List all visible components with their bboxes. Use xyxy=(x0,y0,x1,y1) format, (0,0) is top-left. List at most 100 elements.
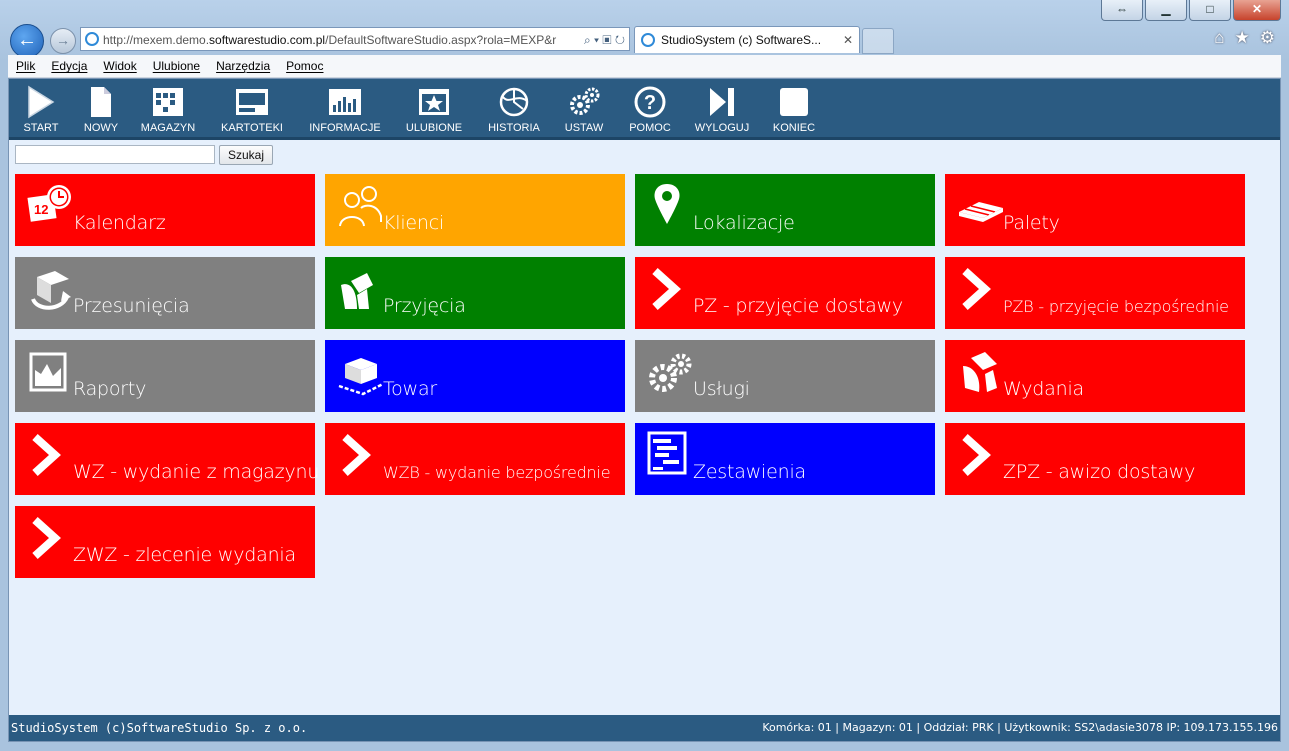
tile-pz[interactable]: PZ - przyjęcie dostawy xyxy=(635,257,935,329)
browser-tab[interactable]: StudioSystem (c) SoftwareS... ✕ xyxy=(634,26,860,53)
start-label: START xyxy=(23,122,59,134)
product-box-icon xyxy=(338,358,384,396)
new-tab-button[interactable] xyxy=(862,28,894,54)
menu-plik[interactable]: Plik xyxy=(8,55,43,77)
tile-label: Towar xyxy=(383,378,437,400)
svg-text:12: 12 xyxy=(34,202,48,217)
koniec-button[interactable]: KONIEC xyxy=(767,85,821,134)
tile-label: ZPZ - awizo dostawy xyxy=(1003,461,1196,483)
gears-icon xyxy=(570,87,600,115)
tile-label: Kalendarz xyxy=(73,212,166,234)
menu-narzedzia[interactable]: Narzędzia xyxy=(208,55,278,77)
tile-kalendarz[interactable]: 12 Kalendarz xyxy=(15,174,315,246)
search-button[interactable]: Szukaj xyxy=(219,145,274,165)
tile-label: Przesunięcia xyxy=(73,295,190,317)
historia-button[interactable]: HISTORIA xyxy=(481,85,547,134)
tile-raporty[interactable]: Raporty xyxy=(15,340,315,412)
menu-widok[interactable]: Widok xyxy=(95,55,144,77)
tab-title: StudioSystem (c) SoftwareS... xyxy=(661,33,822,47)
app-toolbar: START NOWY MAGAZYN KARTOTEKI INFORMACJE … xyxy=(9,79,1280,140)
tile-przesuniecia[interactable]: Przesunięcia xyxy=(15,257,315,329)
address-tools[interactable]: ⌕ ▾ ▣ ↻ xyxy=(584,28,625,50)
kartoteki-label: KARTOTEKI xyxy=(221,122,283,134)
window-controls: ⇔ ▁ □ ✕ xyxy=(1101,0,1281,21)
calendar-clock-icon: 12 xyxy=(27,185,71,222)
ustaw-label: USTAW xyxy=(564,122,604,134)
tile-zwz[interactable]: ZWZ - zlecenie wydania xyxy=(15,506,315,578)
tile-zpz[interactable]: ZPZ - awizo dostawy xyxy=(945,423,1245,495)
status-copyright: StudioSystem (c)SoftwareStudio Sp. z o.o… xyxy=(11,721,308,735)
tile-przyjecia[interactable]: Przyjęcia xyxy=(325,257,625,329)
start-button[interactable]: START xyxy=(15,85,67,134)
kartoteki-button[interactable]: KARTOTEKI xyxy=(215,85,289,134)
status-bar: StudioSystem (c)SoftwareStudio Sp. z o.o… xyxy=(9,715,1280,741)
forward-arrow-icon[interactable]: → xyxy=(50,28,76,54)
chevron-right-icon xyxy=(342,434,371,476)
magazyn-button[interactable]: MAGAZYN xyxy=(137,85,199,134)
browser-menubar: Plik Edycja Widok Ulubione Narzędzia Pom… xyxy=(8,55,1281,78)
bar-chart-icon xyxy=(329,89,361,115)
status-session-info: Komórka: 01 | Magazyn: 01 | Oddział: PRK… xyxy=(762,721,1278,734)
pallet-icon xyxy=(959,202,1003,222)
chevron-right-icon xyxy=(32,517,61,559)
back-arrow-icon[interactable]: ← xyxy=(10,24,44,58)
wyloguj-button[interactable]: WYLOGUJ xyxy=(689,85,755,134)
chevron-right-icon xyxy=(962,268,991,310)
tile-wz[interactable]: WZ - wydanie z magazynu xyxy=(15,423,319,495)
koniec-label: KONIEC xyxy=(772,122,816,134)
dispatch-box-icon xyxy=(963,352,997,392)
receive-box-icon xyxy=(341,273,373,309)
pomoc-label: POMOC xyxy=(629,122,671,134)
tile-label: PZB - przyjęcie bezpośrednie xyxy=(1003,297,1229,316)
wyloguj-label: WYLOGUJ xyxy=(694,122,750,134)
informacje-button[interactable]: INFORMACJE xyxy=(305,85,385,134)
tile-label: WZ - wydanie z magazynu xyxy=(73,461,320,483)
tile-label: Palety xyxy=(1003,212,1060,234)
tile-uslugi[interactable]: Usługi xyxy=(635,340,935,412)
stop-square-icon xyxy=(780,88,808,116)
tile-label: Usługi xyxy=(693,378,750,400)
informacje-label: INFORMACJE xyxy=(309,122,381,134)
nowy-label: NOWY xyxy=(83,122,119,134)
tile-palety[interactable]: Palety xyxy=(945,174,1245,246)
move-box-icon xyxy=(31,271,71,310)
tile-wzb[interactable]: WZB - wydanie bezpośrednie xyxy=(325,423,625,495)
maximize-button[interactable]: □ xyxy=(1189,0,1231,21)
tile-zestawienia[interactable]: Zestawienia xyxy=(635,423,935,495)
nowy-button[interactable]: NOWY xyxy=(75,85,127,134)
ustaw-button[interactable]: USTAW xyxy=(561,85,607,134)
svg-text:?: ? xyxy=(644,92,656,114)
map-pin-icon xyxy=(654,184,680,224)
tile-label: Zestawienia xyxy=(693,461,806,483)
close-window-button[interactable]: ✕ xyxy=(1233,0,1281,21)
favorites-star-icon[interactable]: ★ xyxy=(1235,28,1250,48)
play-icon xyxy=(28,85,55,119)
settings-gear-icon[interactable]: ⚙ xyxy=(1260,28,1275,48)
minimize-button[interactable]: ▁ xyxy=(1145,0,1187,21)
app-page: START NOWY MAGAZYN KARTOTEKI INFORMACJE … xyxy=(8,78,1281,742)
tile-klienci[interactable]: Klienci xyxy=(325,174,625,246)
ulubione-button[interactable]: ULUBIONE xyxy=(401,85,467,134)
tile-pzb[interactable]: PZB - przyjęcie bezpośrednie xyxy=(945,257,1245,329)
browser-tools: ⌂ ★ ⚙ xyxy=(1214,28,1275,48)
skip-forward-icon xyxy=(710,88,734,116)
menu-edycja[interactable]: Edycja xyxy=(43,55,95,77)
search-input[interactable] xyxy=(15,145,215,164)
close-tab-icon[interactable]: ✕ xyxy=(843,27,853,54)
tile-towar[interactable]: Towar xyxy=(325,340,625,412)
address-bar[interactable]: http://mexem.demo.softwarestudio.com.pl/… xyxy=(80,27,630,51)
chevron-right-icon xyxy=(32,434,61,476)
grid-calendar-icon xyxy=(153,88,183,116)
ie-tab-icon xyxy=(641,33,655,47)
tile-lokalizacje[interactable]: Lokalizacje xyxy=(635,174,935,246)
home-icon[interactable]: ⌂ xyxy=(1214,28,1224,48)
tile-label: WZB - wydanie bezpośrednie xyxy=(383,463,611,482)
tile-wydania[interactable]: Wydania xyxy=(945,340,1245,412)
menu-ulubione[interactable]: Ulubione xyxy=(145,55,208,77)
tile-label: Klienci xyxy=(383,212,445,234)
menu-pomoc[interactable]: Pomoc xyxy=(278,55,331,77)
restore-size-icon[interactable]: ⇔ xyxy=(1101,0,1143,21)
tile-label: ZWZ - zlecenie wydania xyxy=(73,544,296,566)
pomoc-button[interactable]: ? POMOC xyxy=(625,85,675,134)
history-icon xyxy=(499,87,529,117)
